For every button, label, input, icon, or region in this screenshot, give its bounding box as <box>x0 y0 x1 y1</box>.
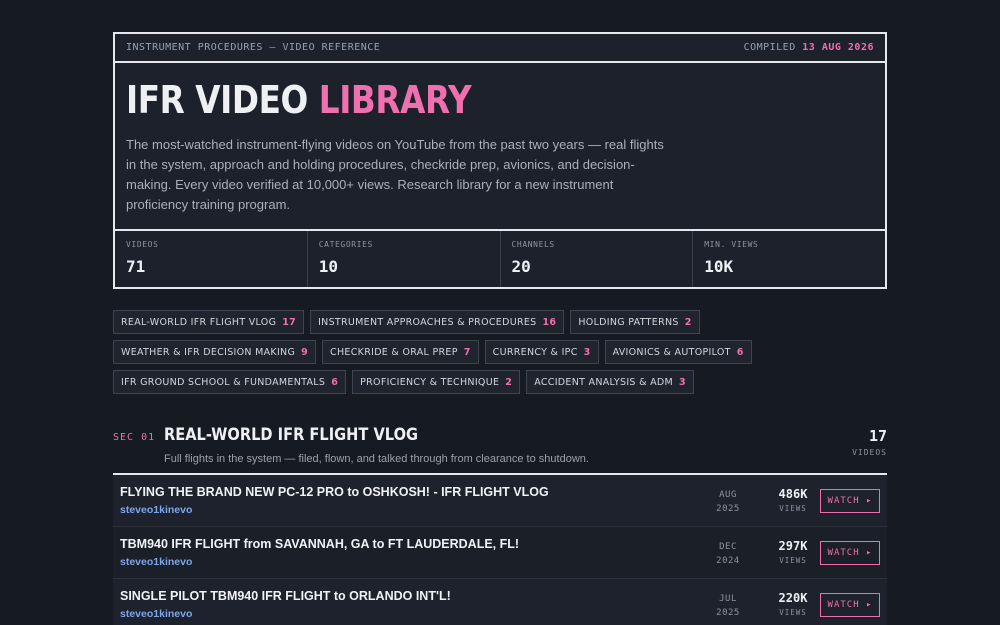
stats-bar: VIDEOS 71 CATEGORIES 10 CHANNELS 20 MIN.… <box>115 231 885 287</box>
views-count: 297K <box>778 539 808 553</box>
category-chip-checkride[interactable]: CHECKRIDE & ORAL PREP 7 <box>322 340 479 364</box>
title-accent: LIBRARY <box>318 78 472 122</box>
title-main: IFR VIDEO <box>126 78 308 122</box>
stat-label: CHANNELS <box>511 240 555 249</box>
stat-value: 10 <box>318 257 339 276</box>
category-chip-flight-vlog[interactable]: REAL-WORLD IFR FLIGHT VLOG 17 <box>113 310 305 334</box>
video-month: AUG <box>719 490 737 500</box>
video-month: JUL <box>719 594 737 604</box>
video-row: FLYING THE BRAND NEW PC-12 PRO to OSHKOS… <box>113 475 887 527</box>
stat-value: 71 <box>126 257 146 276</box>
stat-label: MIN. VIEWS <box>704 240 759 249</box>
watch-button[interactable]: WATCH ▸ <box>820 489 880 513</box>
chip-count: 3 <box>583 346 591 358</box>
video-year: 2024 <box>716 556 740 566</box>
stat-label: VIDEOS <box>126 240 159 249</box>
stat-categories: CATEGORIES 10 <box>308 231 501 287</box>
section-count-value: 17 <box>868 427 887 445</box>
video-year: 2025 <box>716 608 740 618</box>
category-chip-proficiency[interactable]: PROFICIENCY & TECHNIQUE 2 <box>352 370 521 394</box>
stat-value: 20 <box>511 257 531 276</box>
video-views: 220K VIEWS <box>763 591 823 617</box>
category-chip-ground-school[interactable]: IFR GROUND SCHOOL & FUNDAMENTALS 6 <box>113 370 347 394</box>
video-date: DEC 2024 <box>713 540 743 568</box>
chip-count: 6 <box>331 376 339 388</box>
watch-button[interactable]: WATCH ▸ <box>820 593 880 617</box>
views-label: VIEWS <box>779 556 807 565</box>
stat-value: 10K <box>704 257 734 276</box>
video-date: JUL 2025 <box>713 592 743 620</box>
chip-label: ACCIDENT ANALYSIS & ADM <box>534 376 674 388</box>
section-number: SEC 01 <box>113 432 156 443</box>
watch-button[interactable]: WATCH ▸ <box>820 541 880 565</box>
chip-count: 7 <box>463 346 471 358</box>
chip-label: AVIONICS & AUTOPILOT <box>612 346 731 358</box>
chip-count: 16 <box>542 316 557 328</box>
video-date: AUG 2025 <box>713 488 743 516</box>
category-chips: REAL-WORLD IFR FLIGHT VLOG 17 INSTRUMENT … <box>113 310 853 394</box>
page-title: IFR VIDEO LIBRARY <box>126 77 769 123</box>
video-month: DEC <box>719 542 737 552</box>
chip-count: 17 <box>282 316 297 328</box>
category-chip-accident[interactable]: ACCIDENT ANALYSIS & ADM 3 <box>526 370 694 394</box>
video-title-link[interactable]: TBM940 IFR FLIGHT from SAVANNAH, GA to F… <box>120 537 519 551</box>
category-chip-holding[interactable]: HOLDING PATTERNS 2 <box>570 310 700 334</box>
chip-count: 3 <box>679 376 686 388</box>
chip-label: INSTRUMENT APPROACHES & PROCEDURES <box>318 316 537 328</box>
chip-count: 2 <box>684 316 692 328</box>
section-title: REAL-WORLD IFR FLIGHT VLOG <box>164 425 418 445</box>
video-list: FLYING THE BRAND NEW PC-12 PRO to OSHKOS… <box>113 475 887 625</box>
views-label: VIEWS <box>779 504 807 513</box>
channel-link[interactable]: steveo1kinevo <box>120 504 192 516</box>
video-title-link[interactable]: FLYING THE BRAND NEW PC-12 PRO to OSHKOS… <box>120 485 549 499</box>
category-chip-currency[interactable]: CURRENCY & IPC 3 <box>484 340 599 364</box>
video-title-link[interactable]: SINGLE PILOT TBM940 IFR FLIGHT to ORLAND… <box>120 589 451 603</box>
video-row: SINGLE PILOT TBM940 IFR FLIGHT to ORLAND… <box>113 579 887 625</box>
chip-label: REAL-WORLD IFR FLIGHT VLOG <box>121 316 277 328</box>
header-kicker: INSTRUMENT PROCEDURES — VIDEO REFERENCE <box>126 42 381 53</box>
chip-label: PROFICIENCY & TECHNIQUE <box>360 376 500 388</box>
hero: IFR VIDEO LIBRARY The most-watched instr… <box>115 63 885 231</box>
section-subtitle: Full flights in the system — filed, flow… <box>164 453 589 465</box>
views-count: 486K <box>778 487 808 501</box>
page-description: The most-watched instrument-flying video… <box>126 137 664 212</box>
video-row: TBM940 IFR FLIGHT from SAVANNAH, GA to F… <box>113 527 887 579</box>
section-count: 17 VIDEOS <box>852 427 887 457</box>
channel-link[interactable]: steveo1kinevo <box>120 608 192 620</box>
views-label: VIEWS <box>779 608 807 617</box>
compiled-stamp: COMPILED 13 AUG 2026 <box>744 42 874 53</box>
section-header: SEC 01 REAL-WORLD IFR FLIGHT VLOG Full f… <box>113 425 887 475</box>
library-header-area: INSTRUMENT PROCEDURES — VIDEO REFERENCE … <box>113 32 887 394</box>
chip-label: WEATHER & IFR DECISION MAKING <box>121 346 296 358</box>
section-count-label: VIDEOS <box>852 448 887 457</box>
video-views: 486K VIEWS <box>763 487 823 513</box>
video-year: 2025 <box>716 504 740 514</box>
stat-channels: CHANNELS 20 <box>501 231 694 287</box>
channel-link[interactable]: steveo1kinevo <box>120 556 192 568</box>
chip-label: HOLDING PATTERNS <box>578 316 679 328</box>
chip-label: CHECKRIDE & ORAL PREP <box>330 346 458 358</box>
chip-label: IFR GROUND SCHOOL & FUNDAMENTALS <box>121 376 326 388</box>
category-chip-avionics[interactable]: AVIONICS & AUTOPILOT 6 <box>604 340 752 364</box>
chip-count: 2 <box>505 376 513 388</box>
chip-label: CURRENCY & IPC <box>492 346 578 358</box>
section-flight-vlog: SEC 01 REAL-WORLD IFR FLIGHT VLOG Full f… <box>113 425 887 625</box>
compiled-date: 13 AUG 2026 <box>802 42 874 53</box>
stat-videos: VIDEOS 71 <box>115 231 308 287</box>
header-card: INSTRUMENT PROCEDURES — VIDEO REFERENCE … <box>113 32 887 289</box>
category-chip-weather[interactable]: WEATHER & IFR DECISION MAKING 9 <box>113 340 317 364</box>
category-chip-approaches[interactable]: INSTRUMENT APPROACHES & PROCEDURES 16 <box>310 310 565 334</box>
stat-min-views: MIN. VIEWS 10K <box>693 231 885 287</box>
chip-count: 6 <box>736 346 744 358</box>
stat-label: CATEGORIES <box>318 240 373 249</box>
header-topbar: INSTRUMENT PROCEDURES — VIDEO REFERENCE … <box>115 34 885 63</box>
views-count: 220K <box>778 591 808 605</box>
video-views: 297K VIEWS <box>763 539 823 565</box>
compiled-label: COMPILED <box>743 42 796 53</box>
chip-count: 9 <box>301 346 309 358</box>
